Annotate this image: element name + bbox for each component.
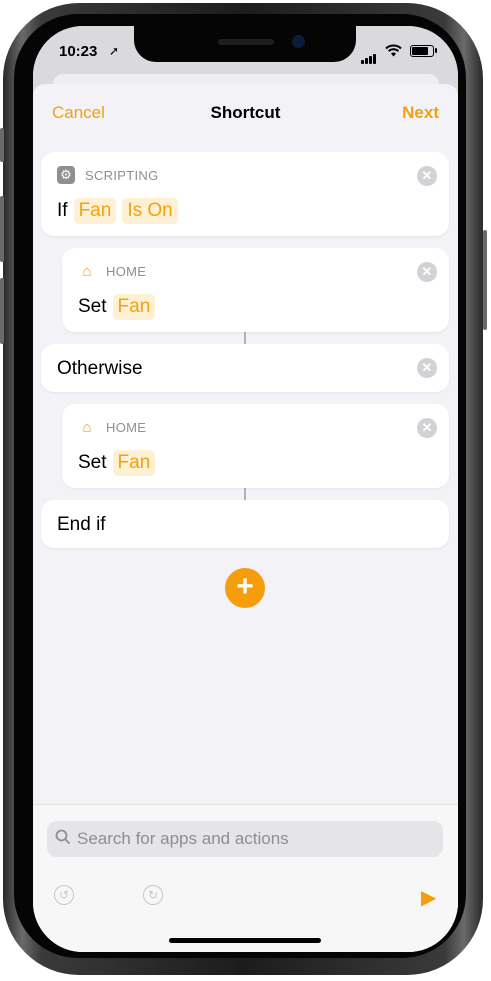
category-label: SCRIPTING xyxy=(85,167,159,183)
category-label: HOME xyxy=(106,263,147,279)
house-icon: ⌂ xyxy=(82,418,92,436)
action-verb: Otherwise xyxy=(57,358,143,379)
page-title: Shortcut xyxy=(210,103,281,122)
remove-action-button[interactable]: ✕ xyxy=(417,262,437,282)
action-parameters: End if xyxy=(57,514,106,536)
status-time: 10:23 xyxy=(59,43,98,60)
remove-action-button[interactable]: ✕ xyxy=(417,166,437,186)
location-icon: ➚ xyxy=(109,44,120,58)
category-label: HOME xyxy=(106,419,147,435)
action-verb: End if xyxy=(57,514,106,535)
remove-action-button[interactable]: ✕ xyxy=(417,358,437,378)
mute-switch xyxy=(0,128,4,162)
notch xyxy=(134,26,356,62)
battery-tip xyxy=(435,48,437,53)
action-card-otherwise[interactable]: ✕ Otherwise xyxy=(41,344,449,392)
speaker-grille xyxy=(218,39,274,45)
action-verb: Set xyxy=(78,296,107,317)
search-bar[interactable] xyxy=(47,821,443,857)
parameter-token[interactable]: Is On xyxy=(122,198,178,224)
action-parameters: If Fan Is On xyxy=(57,198,178,224)
battery-icon xyxy=(410,45,434,57)
action-card-if[interactable]: ⚙ SCRIPTING ✕ If Fan Is On xyxy=(41,152,449,236)
action-parameters: Otherwise xyxy=(57,358,143,380)
power-button xyxy=(483,230,487,330)
play-icon[interactable]: ▶ xyxy=(421,885,436,910)
action-parameters: Set Fan xyxy=(78,294,156,320)
parameter-token[interactable]: Fan xyxy=(112,450,156,476)
undo-icon[interactable]: ↺ xyxy=(54,885,74,905)
volume-up-button xyxy=(0,196,4,262)
next-button[interactable]: Next xyxy=(402,103,439,123)
action-category: ⚙ SCRIPTING xyxy=(57,166,158,184)
parameter-token[interactable]: Fan xyxy=(112,294,156,320)
add-action-button[interactable]: + xyxy=(225,568,265,608)
home-indicator xyxy=(169,938,321,943)
flow-connector xyxy=(244,488,246,500)
action-card-set[interactable]: ⌂ HOME ✕ Set Fan xyxy=(62,248,449,332)
gear-icon: ⚙ xyxy=(57,166,75,184)
action-category: ⌂ HOME xyxy=(78,418,146,436)
cellular-signal-icon xyxy=(361,46,377,64)
front-camera xyxy=(292,35,305,48)
wifi-icon xyxy=(385,44,402,60)
action-card-set[interactable]: ⌂ HOME ✕ Set Fan xyxy=(62,404,449,488)
action-parameters: Set Fan xyxy=(78,450,156,476)
volume-down-button xyxy=(0,278,4,344)
redo-icon[interactable]: ↻ xyxy=(143,885,163,905)
flow-connector xyxy=(244,332,246,344)
search-input[interactable] xyxy=(75,828,429,850)
action-verb: Set xyxy=(78,452,107,473)
parameter-token[interactable]: Fan xyxy=(73,198,117,224)
remove-action-button[interactable]: ✕ xyxy=(417,418,437,438)
house-icon: ⌂ xyxy=(82,262,92,280)
action-category: ⌂ HOME xyxy=(78,262,146,280)
search-icon xyxy=(55,829,71,850)
action-search-panel: ↺ ↻ ▶ xyxy=(33,804,458,952)
action-card-end-if[interactable]: End if xyxy=(41,500,449,548)
screen: 10:23 ➚ Cancel Shortcut Next ⚙ SCRIPTING… xyxy=(33,26,458,952)
action-verb: If xyxy=(57,200,68,221)
